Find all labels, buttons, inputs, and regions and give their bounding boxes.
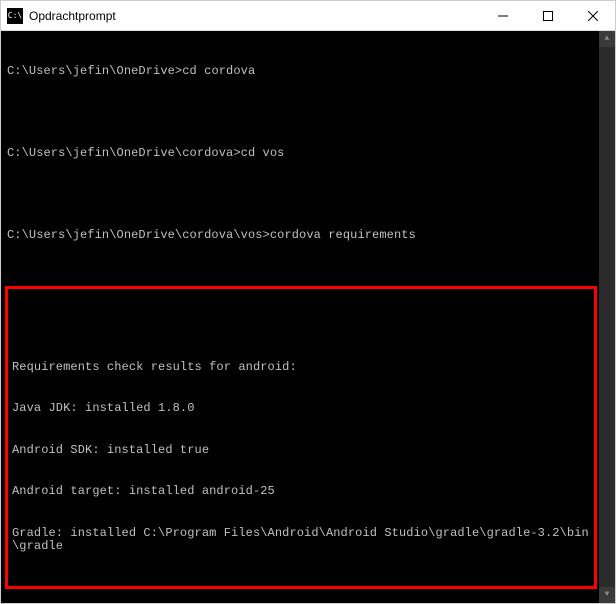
blank-line	[7, 106, 595, 119]
close-button[interactable]	[570, 1, 615, 31]
android-requirements-highlight: Requirements check results for android: …	[5, 286, 597, 589]
terminal-content: C:\Users\jefin\OneDrive>cd cordova C:\Us…	[7, 37, 595, 597]
terminal-scrollbar[interactable]: ▲ ▼	[599, 31, 615, 603]
output-line: Android SDK: installed true	[12, 444, 590, 458]
prompt-path: C:\Users\jefin\OneDrive\cordova\vos>	[7, 228, 270, 242]
prompt-path: C:\Users\jefin\OneDrive\cordova>	[7, 146, 241, 160]
prompt-path: C:\Users\jefin\OneDrive>	[7, 64, 182, 78]
window-titlebar: C:\ Opdrachtprompt	[1, 1, 615, 31]
prompt-line: C:\Users\jefin\OneDrive>cd cordova	[7, 65, 595, 79]
prompt-cmd: cd vos	[241, 146, 285, 160]
blank-line	[12, 320, 590, 333]
output-line: Requirements check results for android:	[12, 361, 590, 375]
scroll-up-button[interactable]: ▲	[599, 31, 615, 47]
maximize-button[interactable]	[525, 1, 570, 31]
prompt-line: C:\Users\jefin\OneDrive\cordova>cd vos	[7, 147, 595, 161]
scroll-track[interactable]	[599, 47, 615, 587]
prompt-line: C:\Users\jefin\OneDrive\cordova\vos>cord…	[7, 229, 595, 243]
output-line: Android target: installed android-25	[12, 485, 590, 499]
blank-line	[7, 188, 595, 201]
output-line: Java JDK: installed 1.8.0	[12, 402, 590, 416]
window-title: Opdrachtprompt	[29, 9, 480, 23]
prompt-cmd: cd cordova	[182, 64, 255, 78]
output-line: Gradle: installed C:\Program Files\Andro…	[12, 527, 590, 555]
cmd-icon: C:\	[7, 8, 23, 24]
minimize-button[interactable]	[480, 1, 525, 31]
prompt-cmd: cordova requirements	[270, 228, 416, 242]
scroll-down-button[interactable]: ▼	[599, 587, 615, 603]
terminal-body[interactable]: ▲ ▼ C:\Users\jefin\OneDrive>cd cordova C…	[1, 31, 615, 603]
